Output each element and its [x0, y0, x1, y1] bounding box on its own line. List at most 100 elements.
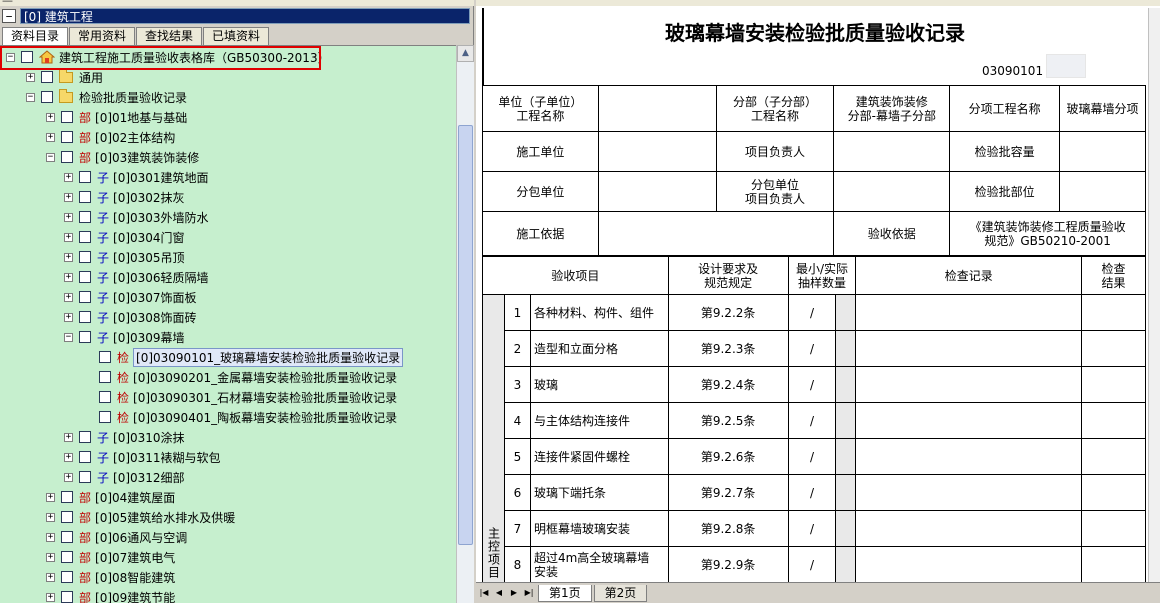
tree-checkbox[interactable] [79, 331, 91, 343]
scroll-up-icon[interactable]: ▲ [457, 45, 474, 62]
tree-label[interactable]: [0]0303外墙防水 [113, 209, 209, 226]
tree-checkbox[interactable] [79, 471, 91, 483]
tree-row-j0309001[interactable]: 检 [0]03090101_玻璃幕墙安装检验批质量验收记录 [0, 347, 456, 367]
tree-row-s0305[interactable]: + 子 [0]0305吊顶 [0, 247, 456, 267]
tree-label[interactable]: [0]01地基与基础 [95, 109, 187, 126]
tree-checkbox[interactable] [79, 251, 91, 263]
tree-row-p01[interactable]: + 部 [0]01地基与基础 [0, 107, 456, 127]
tree-checkbox[interactable] [79, 231, 91, 243]
expand-icon[interactable]: + [46, 132, 55, 142]
tree-checkbox[interactable] [61, 591, 73, 603]
tree-label[interactable]: [0]0305吊顶 [113, 249, 185, 266]
item-result-cell[interactable] [1081, 546, 1146, 582]
doc-code-input[interactable] [1046, 54, 1086, 78]
expand-icon[interactable]: + [46, 532, 55, 542]
tree-row-p04[interactable]: + 部 [0]04建筑屋面 [0, 487, 456, 507]
tree-checkbox[interactable] [41, 91, 53, 103]
tree-label[interactable]: [0]0308饰面砖 [113, 309, 197, 326]
tree-row-p09[interactable]: + 部 [0]09建筑节能 [0, 587, 456, 603]
tree-checkbox[interactable] [61, 111, 73, 123]
item-sample-cell[interactable] [835, 294, 857, 331]
tree-checkbox[interactable] [79, 451, 91, 463]
tab-common[interactable]: 常用资料 [69, 27, 136, 45]
item-result-cell[interactable] [1081, 438, 1146, 475]
tree-label[interactable]: [0]0301建筑地面 [113, 169, 209, 186]
item-sample-cell[interactable] [835, 330, 857, 367]
tree-row-s0309[interactable]: − 子 [0]0309幕墙 [0, 327, 456, 347]
tree-label[interactable]: [0]0310涂抹 [113, 429, 185, 446]
tree-checkbox[interactable] [41, 71, 53, 83]
tree-checkbox[interactable] [99, 351, 111, 363]
item-record-cell[interactable] [855, 294, 1083, 331]
tree-label[interactable]: [0]0307饰面板 [113, 289, 197, 306]
sheet-tab-1[interactable]: 第1页 [538, 584, 592, 602]
item-record-cell[interactable] [855, 474, 1083, 511]
collapse-icon[interactable]: − [64, 332, 73, 342]
buwei-cell[interactable] [1059, 171, 1146, 212]
expand-icon[interactable]: + [64, 472, 73, 482]
item-record-cell[interactable] [855, 546, 1083, 582]
tree-checkbox[interactable] [61, 131, 73, 143]
tree-row-s0302[interactable]: + 子 [0]0302抹灰 [0, 187, 456, 207]
doc-scrollbar[interactable] [1148, 8, 1160, 582]
item-result-cell[interactable] [1081, 474, 1146, 511]
tree-row-j0309003[interactable]: 检 [0]03090301_石材幕墙安装检验批质量验收记录 [0, 387, 456, 407]
expand-icon[interactable]: + [46, 512, 55, 522]
expand-icon[interactable]: + [64, 232, 73, 242]
tree-row-s0301[interactable]: + 子 [0]0301建筑地面 [0, 167, 456, 187]
item-record-cell[interactable] [855, 330, 1083, 367]
yanshou-value[interactable]: 《建筑装饰装修工程质量验收 规范》GB50210-2001 [949, 211, 1146, 256]
tree-checkbox[interactable] [99, 411, 111, 423]
item-sample-cell[interactable] [835, 366, 857, 403]
item-result-cell[interactable] [1081, 294, 1146, 331]
item-record-cell[interactable] [855, 366, 1083, 403]
tree-checkbox[interactable] [99, 391, 111, 403]
expand-icon[interactable]: + [64, 272, 73, 282]
tab-filled[interactable]: 已填资料 [203, 27, 270, 45]
expand-icon[interactable]: + [64, 212, 73, 222]
tree-label[interactable]: [0]05建筑给水排水及供暖 [95, 509, 235, 526]
tree-label[interactable]: 检验批质量验收记录 [79, 89, 187, 106]
tree-row-p08[interactable]: + 部 [0]08智能建筑 [0, 567, 456, 587]
tree-checkbox[interactable] [79, 431, 91, 443]
unit-name-cell[interactable] [597, 85, 717, 132]
item-sample-cell[interactable] [835, 474, 857, 511]
rongliang-cell[interactable] [1059, 131, 1146, 172]
tree-checkbox[interactable] [79, 271, 91, 283]
fenbao-fz-cell[interactable] [833, 171, 951, 212]
tree-label[interactable]: [0]03090401_陶板幕墙安装检验批质量验收记录 [133, 409, 397, 426]
last-sheet-icon[interactable]: ▶| [522, 586, 536, 600]
next-sheet-icon[interactable]: ▶ [507, 586, 521, 600]
tree-label[interactable]: [0]03090101_玻璃幕墙安装检验批质量验收记录 [133, 347, 404, 367]
expand-icon[interactable]: + [64, 432, 73, 442]
tree-label[interactable]: [0]03090201_金属幕墙安装检验批质量验收记录 [133, 369, 397, 386]
prev-sheet-icon[interactable]: ◀ [492, 586, 506, 600]
tree-row-s0311[interactable]: + 子 [0]0311裱糊与软包 [0, 447, 456, 467]
tree-scrollbar[interactable]: ▲ [456, 45, 474, 603]
tree-label[interactable]: [0]02主体结构 [95, 129, 175, 146]
fenbao-cell[interactable] [597, 171, 717, 212]
tree-row-s0312[interactable]: + 子 [0]0312细部 [0, 467, 456, 487]
tree-checkbox[interactable] [61, 491, 73, 503]
tree-label[interactable]: [0]0309幕墙 [113, 329, 185, 346]
yiju-cell[interactable] [597, 211, 835, 256]
expand-icon[interactable]: + [46, 492, 55, 502]
expand-icon[interactable]: + [64, 292, 73, 302]
expand-icon[interactable]: + [64, 452, 73, 462]
xiangmu-cell[interactable] [833, 131, 951, 172]
tree-label[interactable]: [0]0304门窗 [113, 229, 185, 246]
sheet-tab-2[interactable]: 第2页 [593, 584, 648, 602]
tree-row-jianyan[interactable]: − 检验批质量验收记录 [0, 87, 456, 107]
item-sample-cell[interactable] [835, 438, 857, 475]
expand-icon[interactable]: + [64, 252, 73, 262]
tab-catalog[interactable]: 资料目录 [2, 27, 69, 46]
expand-icon[interactable]: + [64, 172, 73, 182]
tree-checkbox[interactable] [61, 551, 73, 563]
item-sample-cell[interactable] [835, 546, 857, 582]
expand-icon[interactable]: + [64, 312, 73, 322]
tree-checkbox[interactable] [99, 371, 111, 383]
tree-row-p03[interactable]: − 部 [0]03建筑装饰装修 [0, 147, 456, 167]
tree-checkbox[interactable] [79, 191, 91, 203]
item-record-cell[interactable] [855, 438, 1083, 475]
item-sample-cell[interactable] [835, 510, 857, 547]
